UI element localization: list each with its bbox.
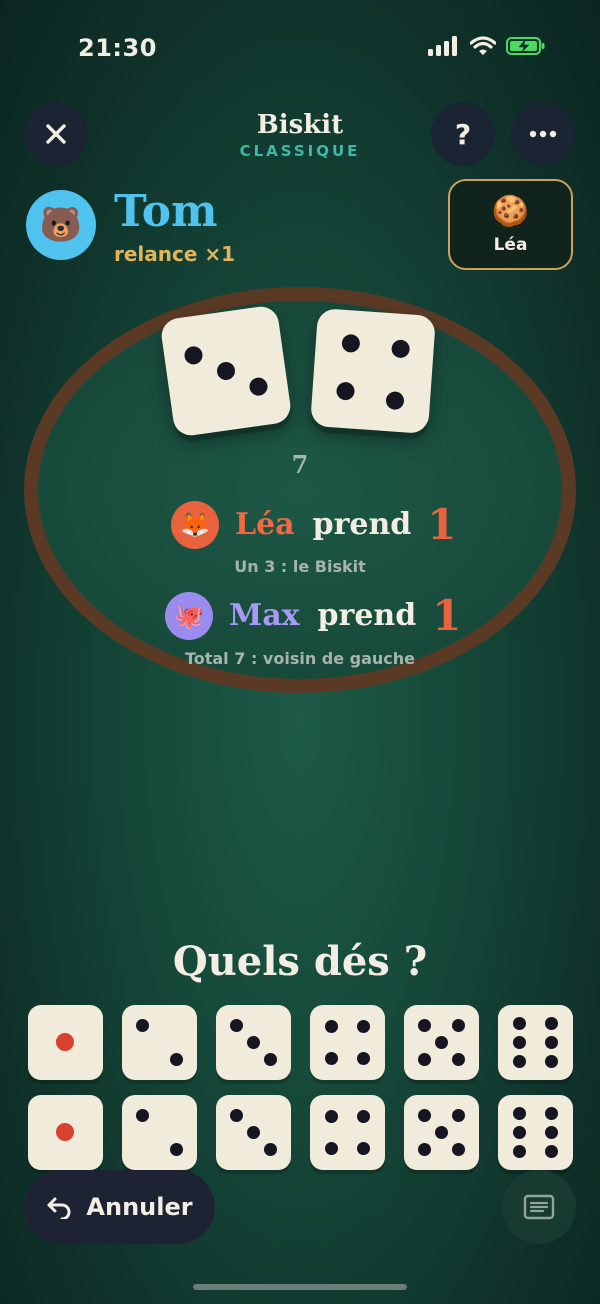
take-verb: prend	[312, 507, 412, 542]
die-option-5[interactable]	[404, 1005, 479, 1080]
octopus-icon: 🐙	[174, 601, 204, 630]
die-option-2[interactable]	[122, 1005, 197, 1080]
more-icon	[529, 130, 557, 138]
fox-icon: 🦊	[180, 510, 210, 539]
rolled-die-1	[159, 304, 293, 438]
signal-icon	[428, 36, 457, 56]
undo-label: Annuler	[86, 1193, 193, 1221]
roll-total: 7	[291, 450, 309, 479]
undo-button[interactable]: Annuler	[24, 1170, 215, 1244]
die-option-3[interactable]	[216, 1095, 291, 1170]
dice-question: Quels dés ?	[172, 938, 428, 985]
cookie-icon: 🍪	[491, 194, 530, 229]
die-option-5[interactable]	[404, 1095, 479, 1170]
battery-icon	[506, 37, 545, 55]
undo-icon	[47, 1197, 71, 1219]
take-amount: 1	[432, 591, 462, 640]
die-option-6[interactable]	[498, 1095, 573, 1170]
current-player-name: Tom	[114, 186, 218, 237]
die-option-2[interactable]	[122, 1095, 197, 1170]
die-option-1[interactable]	[28, 1095, 103, 1170]
log-button[interactable]	[502, 1170, 576, 1244]
current-player-status: relance ×1	[114, 242, 236, 266]
biskit-holder-card[interactable]: 🍪 Léa	[448, 179, 573, 270]
player-avatar: 🦊	[171, 500, 219, 549]
take-verb: prend	[317, 598, 417, 633]
take-row: 🦊 Léa prend 1	[171, 500, 457, 549]
wifi-icon	[470, 36, 496, 55]
take-reason: Un 3 : le Biskit	[234, 557, 366, 576]
biskit-holder-name: Léa	[493, 235, 528, 255]
log-icon	[523, 1194, 555, 1220]
take-reason: Total 7 : voisin de gauche	[184, 649, 416, 668]
bear-icon: 🐻	[39, 205, 83, 245]
status-time: 21:30	[78, 34, 157, 62]
die-option-4[interactable]	[310, 1005, 385, 1080]
player-avatar: 🐙	[165, 591, 213, 640]
take-row: 🐙 Max prend 1	[165, 591, 461, 640]
app-subtitle: CLASSIQUE	[239, 142, 361, 160]
take-player-name: Léa	[235, 507, 295, 542]
status-icons	[428, 36, 546, 56]
title-block: Biskit CLASSIQUE	[0, 110, 600, 160]
help-icon: ?	[454, 117, 472, 151]
die-option-4[interactable]	[310, 1095, 385, 1170]
die-option-6[interactable]	[498, 1005, 573, 1080]
app-title: Biskit	[256, 110, 344, 140]
rolled-die-2	[310, 308, 436, 434]
help-button[interactable]: ?	[431, 102, 495, 166]
die-option-3[interactable]	[216, 1005, 291, 1080]
take-amount: 1	[427, 500, 457, 549]
die-option-1[interactable]	[28, 1005, 103, 1080]
home-indicator	[193, 1284, 407, 1290]
current-player-avatar: 🐻	[26, 190, 96, 260]
more-button[interactable]	[511, 102, 575, 166]
take-player-name: Max	[229, 598, 300, 633]
